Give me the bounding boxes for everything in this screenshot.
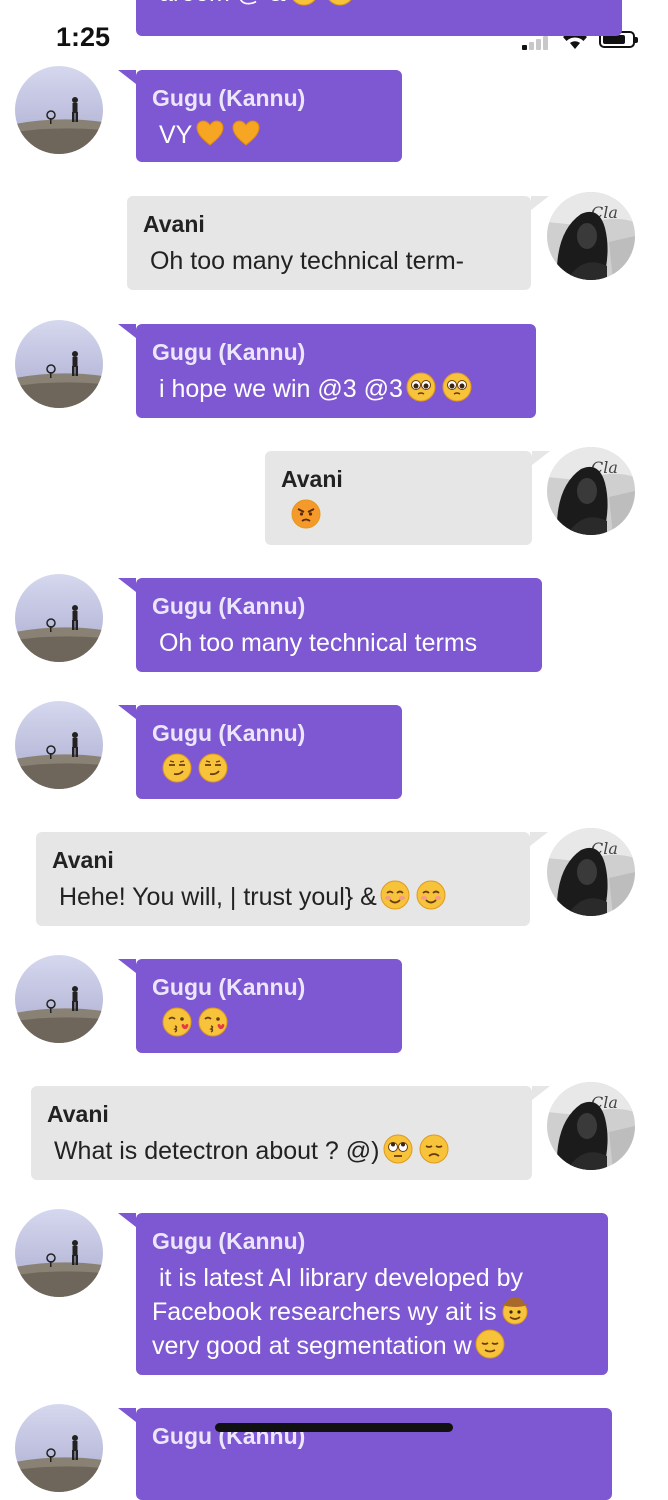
- kiss-heart-emoji-icon: [198, 1007, 228, 1037]
- avatar-avani[interactable]: [547, 828, 635, 916]
- message-text-content: i hope we win @3 @3: [152, 375, 403, 403]
- message-bubble[interactable]: Avani What is detectron about ? @): [31, 1086, 550, 1180]
- avatar-gugu[interactable]: [15, 701, 103, 789]
- message-text: it is latest AI library developed by Fac…: [152, 1261, 592, 1363]
- message-sender: Gugu (Kannu): [152, 593, 306, 619]
- message-text-content: [152, 1010, 159, 1038]
- avatar-avani[interactable]: [547, 1082, 635, 1170]
- message-bubble[interactable]: Avani Oh too many technical term-: [127, 196, 549, 290]
- avatar-gugu[interactable]: [15, 955, 103, 1043]
- message-bubble[interactable]: aroom @ &: [136, 0, 622, 36]
- message-sender: Avani: [47, 1101, 109, 1127]
- message-text: [152, 1007, 386, 1041]
- message-text-content: Oh too many technical term-: [143, 247, 464, 275]
- orange-heart-emoji-icon: [232, 120, 260, 146]
- message-sender: Gugu (Kannu): [152, 339, 306, 365]
- avatar-gugu[interactable]: [15, 320, 103, 408]
- message-text: [152, 753, 386, 787]
- message-text: Oh too many technical terms: [152, 626, 526, 660]
- message-text: Oh too many technical term-: [143, 244, 515, 278]
- message-text-content: [152, 1459, 159, 1487]
- blush-emoji-icon: [416, 880, 446, 910]
- message-text: VY: [152, 118, 386, 152]
- message-sender: Gugu (Kannu): [152, 720, 306, 746]
- message-text: Hehe! You will, | trust youl} &: [52, 880, 514, 914]
- message-text-content: [152, 756, 159, 784]
- message-sender: Gugu (Kannu): [152, 85, 306, 111]
- message-text-content: very good at segmentation w: [152, 1332, 472, 1360]
- orange-heart-emoji-icon: [196, 120, 224, 146]
- message-bubble[interactable]: Avani: [265, 451, 550, 545]
- avatar-avani[interactable]: [547, 447, 635, 535]
- message-sender: Gugu (Kannu): [152, 1228, 306, 1254]
- message-bubble[interactable]: Gugu (Kannu) VY: [118, 70, 402, 162]
- message-text-content: it is latest AI library developed by Fac…: [152, 1264, 530, 1326]
- message-text-content: What is detectron about ? @): [47, 1137, 380, 1165]
- eye-roll-emoji-icon: [383, 1134, 412, 1164]
- message-text: [152, 1456, 596, 1490]
- avatar-gugu[interactable]: [15, 574, 103, 662]
- message-text: [281, 499, 516, 533]
- avatar-gugu[interactable]: [15, 1209, 103, 1297]
- message-bubble[interactable]: Gugu (Kannu) it is latest AI library dev…: [118, 1213, 608, 1375]
- message-text-content: aroom @ &: [152, 0, 286, 7]
- avatar-gugu[interactable]: [15, 1404, 103, 1492]
- message-bubble[interactable]: Gugu (Kannu): [118, 959, 402, 1053]
- message-sender: Avani: [143, 211, 205, 237]
- relieved-emoji-icon: [475, 1329, 505, 1359]
- message-bubble[interactable]: Gugu (Kannu): [118, 705, 402, 799]
- message-sender: Gugu (Kannu): [152, 974, 306, 1000]
- message-bubble[interactable]: Gugu (Kannu): [118, 1408, 612, 1500]
- smirk-emoji-icon: [162, 753, 192, 783]
- message-text: i hope we win @3 @3: [152, 372, 520, 406]
- kiss-heart-emoji-icon: [162, 1007, 192, 1037]
- message-bubble[interactable]: Gugu (Kannu) Oh too many technical terms: [118, 578, 542, 672]
- blush-emoji-icon: [380, 880, 410, 910]
- relieved-emoji-icon: [328, 0, 352, 6]
- signal-icon: [522, 36, 554, 50]
- message-text-content: Oh too many technical terms: [152, 629, 478, 657]
- home-indicator[interactable]: [215, 1423, 453, 1432]
- status-time: 1:25: [56, 22, 111, 52]
- message-bubble[interactable]: Avani Hehe! You will, | trust youl} &: [36, 832, 548, 926]
- message-sender: Avani: [52, 847, 114, 873]
- message-bubble[interactable]: Gugu (Kannu) i hope we win @3 @3: [118, 324, 536, 418]
- avatar-avani[interactable]: [547, 192, 635, 280]
- grin-sweat-emoji-icon: [292, 0, 316, 6]
- pleading-emoji-icon: [442, 372, 472, 402]
- message-text-content: [281, 502, 288, 530]
- avatar-gugu[interactable]: [15, 66, 103, 154]
- message-text-content: Hehe! You will, | trust youl} &: [52, 883, 377, 911]
- pleading-emoji-icon: [406, 372, 436, 402]
- cowboy-emoji-icon: [501, 1297, 528, 1325]
- message-text: What is detectron about ? @): [47, 1134, 516, 1168]
- message-text-content: VY: [152, 121, 193, 149]
- message-text: aroom @ &: [152, 0, 606, 6]
- message-sender: Avani: [281, 466, 343, 492]
- angry-emoji-icon: [291, 499, 321, 529]
- disappointed-emoji-icon: [419, 1134, 448, 1164]
- smirk-emoji-icon: [198, 753, 228, 783]
